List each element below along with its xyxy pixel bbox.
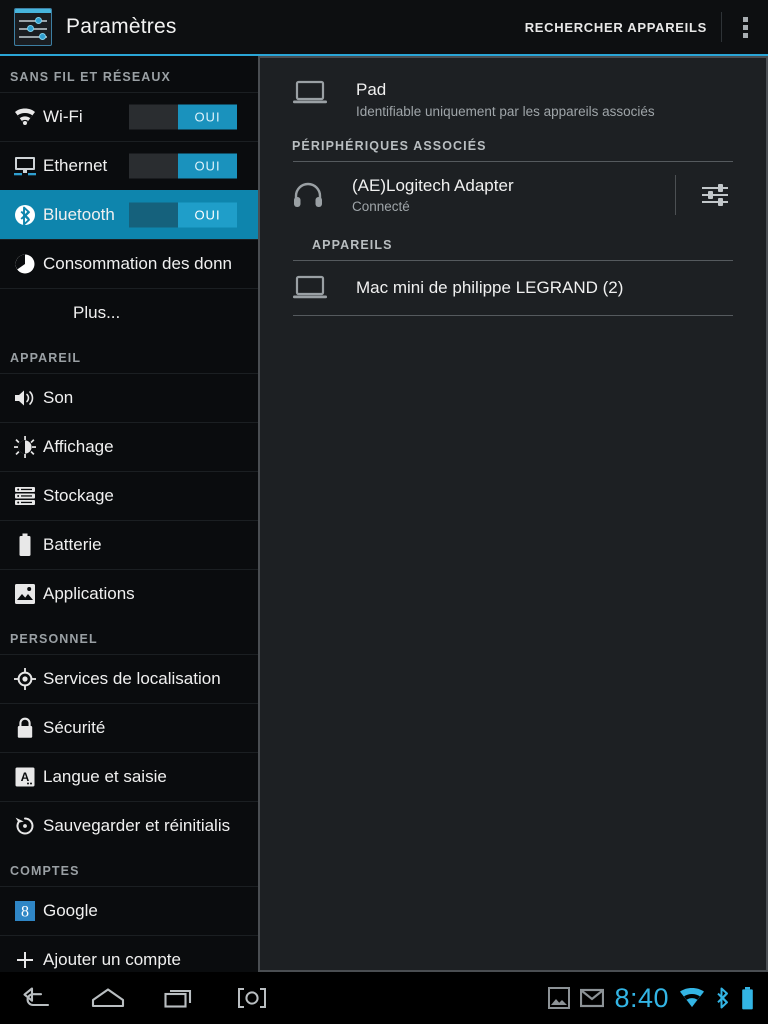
page-title: Paramètres bbox=[66, 15, 177, 38]
local-device-subtitle: Identifiable uniquement par les appareil… bbox=[356, 104, 655, 119]
sidebar-item-label: Son bbox=[43, 388, 74, 407]
settings-screen: Paramètres RECHERCHER APPAREILS SANS FIL… bbox=[0, 0, 768, 1024]
gmail-notification-icon[interactable] bbox=[580, 988, 605, 1008]
battery-icon bbox=[10, 533, 40, 557]
sidebar-item-label: Batterie bbox=[43, 535, 102, 554]
settings-divider bbox=[675, 175, 676, 215]
sidebar-item-label: Bluetooth bbox=[43, 205, 115, 224]
sidebar-item-label: Ajouter un compte bbox=[43, 950, 181, 969]
applications-icon bbox=[10, 583, 40, 605]
sidebar-item-label: Services de localisation bbox=[43, 669, 221, 688]
sidebar-item-label: Affichage bbox=[43, 437, 114, 456]
google-icon: 8 bbox=[10, 900, 40, 922]
available-list-bottom-divider bbox=[293, 315, 733, 316]
system-navigation-bar: 8:40 bbox=[0, 972, 768, 1024]
svg-text:8: 8 bbox=[21, 904, 29, 921]
paired-device-status: Connecté bbox=[352, 199, 410, 214]
paired-section-label: PÉRIPHÉRIQUES ASSOCIÉS bbox=[292, 139, 487, 153]
sidebar-item-add-account[interactable]: Ajouter un compte bbox=[0, 935, 258, 972]
sidebar-item-backup-reset[interactable]: Sauvegarder et réinitialis bbox=[0, 801, 258, 850]
lock-icon bbox=[10, 717, 40, 739]
app-header: Paramètres RECHERCHER APPAREILS bbox=[0, 0, 768, 54]
sidebar-item-google[interactable]: 8 Google bbox=[0, 886, 258, 935]
search-devices-button[interactable]: RECHERCHER APPAREILS bbox=[511, 20, 721, 35]
sidebar-item-security[interactable]: Sécurité bbox=[0, 703, 258, 752]
sidebar-item-label: Ethernet bbox=[43, 156, 108, 175]
status-clock: 8:40 bbox=[614, 982, 669, 1013]
sidebar-item-label: Sécurité bbox=[43, 718, 106, 737]
backup-restore-icon bbox=[10, 815, 40, 837]
ethernet-icon bbox=[10, 156, 40, 176]
storage-icon bbox=[10, 486, 40, 506]
data-usage-icon bbox=[10, 253, 40, 275]
ethernet-toggle-state: OUI bbox=[178, 153, 237, 179]
ethernet-toggle[interactable]: OUI bbox=[129, 153, 237, 179]
status-icons: 8:40 bbox=[548, 983, 768, 1014]
sidebar-section-accounts-label: COMPTES bbox=[10, 864, 80, 878]
screenshot-icon[interactable] bbox=[216, 972, 288, 1024]
wifi-icon bbox=[10, 108, 40, 126]
sidebar-item-applications[interactable]: Applications bbox=[0, 569, 258, 618]
paired-device-name: (AE)Logitech Adapter bbox=[352, 176, 514, 195]
sidebar-item-label: Wi-Fi bbox=[43, 107, 83, 126]
sidebar-item-label: Langue et saisie bbox=[43, 767, 167, 786]
wifi-status-icon bbox=[679, 988, 705, 1008]
device-settings-sliders-icon[interactable] bbox=[700, 181, 730, 209]
sidebar-section-wireless-label: SANS FIL ET RÉSEAUX bbox=[10, 70, 171, 84]
sound-icon bbox=[10, 388, 40, 408]
sidebar-item-label: Plus... bbox=[73, 303, 121, 322]
recents-icon[interactable] bbox=[144, 972, 216, 1024]
location-icon bbox=[10, 668, 40, 690]
paired-device-settings[interactable] bbox=[675, 175, 730, 215]
available-device-name: Mac mini de philippe LEGRAND (2) bbox=[356, 278, 624, 297]
settings-sidebar[interactable]: SANS FIL ET RÉSEAUX Wi-Fi OUI Ethernet O… bbox=[0, 56, 258, 972]
bluetooth-status-icon bbox=[715, 987, 731, 1009]
wifi-toggle-state: OUI bbox=[178, 104, 237, 130]
sidebar-section-device-label: APPAREIL bbox=[10, 351, 82, 365]
sidebar-item-bluetooth[interactable]: Bluetooth OUI bbox=[0, 190, 258, 239]
overflow-menu-icon[interactable] bbox=[722, 0, 768, 54]
sidebar-item-more[interactable]: Plus... bbox=[0, 288, 258, 337]
bluetooth-icon bbox=[10, 204, 40, 226]
back-icon[interactable] bbox=[0, 972, 72, 1024]
bluetooth-toggle-state: OUI bbox=[178, 202, 237, 228]
language-icon: A bbox=[10, 766, 40, 788]
local-device-name: Pad bbox=[356, 80, 387, 99]
home-icon[interactable] bbox=[72, 972, 144, 1024]
sidebar-item-battery[interactable]: Batterie bbox=[0, 520, 258, 569]
sidebar-item-label: Consommation des donn bbox=[43, 254, 233, 273]
sidebar-section-personal-label: PERSONNEL bbox=[10, 632, 98, 646]
bluetooth-toggle[interactable]: OUI bbox=[129, 202, 237, 228]
settings-sliders-icon bbox=[14, 8, 52, 46]
content-area: SANS FIL ET RÉSEAUX Wi-Fi OUI Ethernet O… bbox=[0, 56, 768, 972]
sidebar-item-label: Stockage bbox=[43, 486, 114, 505]
laptop-icon bbox=[292, 80, 328, 106]
add-account-icon bbox=[10, 951, 40, 969]
sidebar-item-ethernet[interactable]: Ethernet OUI bbox=[0, 141, 258, 190]
bluetooth-devices-panel: Pad Identifiable uniquement par les appa… bbox=[258, 56, 768, 972]
image-notification-icon[interactable] bbox=[548, 987, 571, 1009]
sidebar-item-wifi[interactable]: Wi-Fi OUI bbox=[0, 92, 258, 141]
battery-status-icon bbox=[741, 986, 754, 1010]
headphones-icon bbox=[292, 181, 324, 209]
available-device-row[interactable]: Mac mini de philippe LEGRAND (2) bbox=[260, 261, 766, 315]
local-device-row[interactable]: Pad Identifiable uniquement par les appa… bbox=[260, 58, 766, 129]
sidebar-item-label: Applications bbox=[43, 584, 135, 603]
sidebar-item-label: Sauvegarder et réinitialis bbox=[43, 816, 231, 835]
header-actions: RECHERCHER APPAREILS bbox=[511, 0, 768, 54]
sidebar-item-language-input[interactable]: A Langue et saisie bbox=[0, 752, 258, 801]
svg-text:A: A bbox=[21, 770, 30, 784]
sidebar-item-display[interactable]: Affichage bbox=[0, 422, 258, 471]
wifi-toggle[interactable]: OUI bbox=[129, 104, 237, 130]
sidebar-item-data-usage[interactable]: Consommation des donn bbox=[0, 239, 258, 288]
laptop-icon bbox=[292, 275, 328, 301]
display-icon bbox=[10, 436, 40, 458]
paired-device-row[interactable]: (AE)Logitech Adapter Connecté bbox=[260, 162, 766, 228]
sidebar-item-storage[interactable]: Stockage bbox=[0, 471, 258, 520]
available-section-label: APPAREILS bbox=[312, 238, 393, 252]
sidebar-item-label: Google bbox=[43, 901, 98, 920]
sidebar-item-sound[interactable]: Son bbox=[0, 373, 258, 422]
sidebar-item-location[interactable]: Services de localisation bbox=[0, 654, 258, 703]
